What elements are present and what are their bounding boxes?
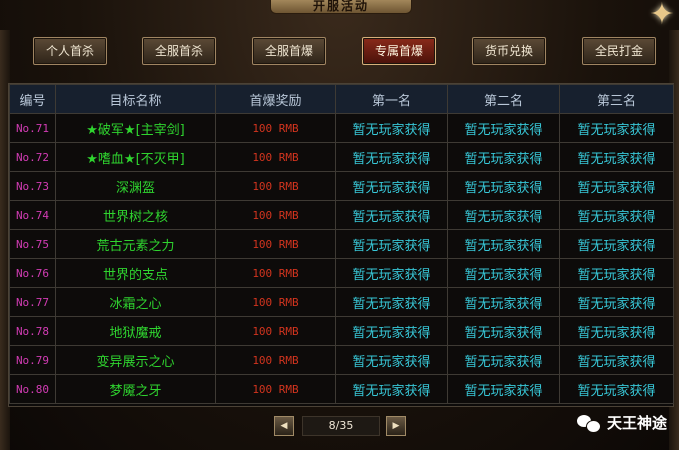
tab-currency-exchange[interactable]: 货币兑换 <box>472 37 546 65</box>
cell-third-place: 暂无玩家获得 <box>559 142 674 172</box>
table-header-row: 编号 目标名称 首爆奖励 第一名 第二名 第三名 <box>9 84 674 114</box>
cell-reward: 100 RMB <box>215 258 336 288</box>
first-drop-table: 编号 目标名称 首爆奖励 第一名 第二名 第三名 No.71 ★破军★[主宰剑] 1… <box>8 83 674 407</box>
table-row: No.74 世界树之核 100 RMB 暂无玩家获得 暂无玩家获得 暂无玩家获得 <box>9 200 674 230</box>
header-number: 编号 <box>9 84 56 114</box>
cell-first-place: 暂无玩家获得 <box>335 200 448 230</box>
cell-reward: 100 RMB <box>215 200 336 230</box>
cell-reward: 100 RMB <box>215 316 336 346</box>
cell-second-place: 暂无玩家获得 <box>447 316 560 346</box>
table-row: No.79 变异展示之心 100 RMB 暂无玩家获得 暂无玩家获得 暂无玩家获得 <box>9 345 674 375</box>
cell-third-place: 暂无玩家获得 <box>559 374 674 404</box>
cell-second-place: 暂无玩家获得 <box>447 258 560 288</box>
cell-reward: 100 RMB <box>215 171 336 201</box>
cell-third-place: 暂无玩家获得 <box>559 171 674 201</box>
cell-number: No.76 <box>9 258 56 288</box>
cell-number: No.74 <box>9 200 56 230</box>
cell-number: No.80 <box>9 374 56 404</box>
triangle-right-icon: ▶ <box>392 421 400 431</box>
table-row: No.71 ★破军★[主宰剑] 100 RMB 暂无玩家获得 暂无玩家获得 暂无玩家获得 <box>9 113 674 143</box>
tab-exclusive-first-drop[interactable]: 专属首爆 <box>362 37 436 65</box>
window-title: 开服活动 <box>270 0 412 14</box>
header-third-place: 第三名 <box>559 84 674 114</box>
table-row: No.73 深渊盔 100 RMB 暂无玩家获得 暂无玩家获得 暂无玩家获得 <box>9 171 674 201</box>
tab-server-first-kill[interactable]: 全服首杀 <box>142 37 216 65</box>
cell-third-place: 暂无玩家获得 <box>559 345 674 375</box>
prev-page-button[interactable]: ◀ <box>274 416 294 436</box>
cell-first-place: 暂无玩家获得 <box>335 374 448 404</box>
watermark-text: 天王神途 <box>606 414 667 432</box>
cell-first-place: 暂无玩家获得 <box>335 113 448 143</box>
cell-third-place: 暂无玩家获得 <box>559 200 674 230</box>
header-second-place: 第二名 <box>447 84 560 114</box>
table-row: No.77 冰霜之心 100 RMB 暂无玩家获得 暂无玩家获得 暂无玩家获得 <box>9 287 674 317</box>
cell-first-place: 暂无玩家获得 <box>335 229 448 259</box>
cell-second-place: 暂无玩家获得 <box>447 142 560 172</box>
cell-target-name: 冰霜之心 <box>55 287 216 317</box>
cell-number: No.73 <box>9 171 56 201</box>
cell-number: No.71 <box>9 113 56 143</box>
cell-first-place: 暂无玩家获得 <box>335 142 448 172</box>
cell-target-name: 世界的支点 <box>55 258 216 288</box>
cell-first-place: 暂无玩家获得 <box>335 316 448 346</box>
cell-target-name: 世界树之核 <box>55 200 216 230</box>
cell-first-place: 暂无玩家获得 <box>335 287 448 317</box>
table-row: No.80 梦魇之牙 100 RMB 暂无玩家获得 暂无玩家获得 暂无玩家获得 <box>9 374 674 404</box>
header-first-place: 第一名 <box>335 84 448 114</box>
cell-second-place: 暂无玩家获得 <box>447 345 560 375</box>
table-row: No.78 地狱魔戒 100 RMB 暂无玩家获得 暂无玩家获得 暂无玩家获得 <box>9 316 674 346</box>
cell-number: No.75 <box>9 229 56 259</box>
cell-reward: 100 RMB <box>215 113 336 143</box>
corner-star-icon: ✦ <box>649 0 675 32</box>
cell-number: No.72 <box>9 142 56 172</box>
table-row: No.75 荒古元素之力 100 RMB 暂无玩家获得 暂无玩家获得 暂无玩家获得 <box>9 229 674 259</box>
cell-first-place: 暂无玩家获得 <box>335 258 448 288</box>
cell-second-place: 暂无玩家获得 <box>447 171 560 201</box>
header-first-drop-reward: 首爆奖励 <box>215 84 336 114</box>
watermark: 天王神途 <box>576 412 667 434</box>
triangle-left-icon: ◀ <box>280 421 288 431</box>
cell-first-place: 暂无玩家获得 <box>335 345 448 375</box>
cell-reward: 100 RMB <box>215 345 336 375</box>
cell-third-place: 暂无玩家获得 <box>559 113 674 143</box>
cell-reward: 100 RMB <box>215 287 336 317</box>
cell-target-name: ★嗜血★[不灭甲] <box>55 142 216 172</box>
tab-personal-first-kill[interactable]: 个人首杀 <box>33 37 107 65</box>
cell-target-name: 地狱魔戒 <box>55 316 216 346</box>
table-row: No.76 世界的支点 100 RMB 暂无玩家获得 暂无玩家获得 暂无玩家获得 <box>9 258 674 288</box>
cell-number: No.79 <box>9 345 56 375</box>
next-page-button[interactable]: ▶ <box>386 416 406 436</box>
page-indicator: 8/35 <box>302 416 380 436</box>
cell-target-name: 荒古元素之力 <box>55 229 216 259</box>
cell-second-place: 暂无玩家获得 <box>447 200 560 230</box>
cell-target-name: 变异展示之心 <box>55 345 216 375</box>
table-row: No.72 ★嗜血★[不灭甲] 100 RMB 暂无玩家获得 暂无玩家获得 暂无玩家获得 <box>9 142 674 172</box>
cell-first-place: 暂无玩家获得 <box>335 171 448 201</box>
cell-second-place: 暂无玩家获得 <box>447 229 560 259</box>
cell-third-place: 暂无玩家获得 <box>559 287 674 317</box>
cell-second-place: 暂无玩家获得 <box>447 113 560 143</box>
wechat-icon <box>576 414 601 433</box>
tab-server-first-drop[interactable]: 全服首爆 <box>252 37 326 65</box>
cell-number: No.77 <box>9 287 56 317</box>
cell-reward: 100 RMB <box>215 229 336 259</box>
cell-second-place: 暂无玩家获得 <box>447 287 560 317</box>
cell-second-place: 暂无玩家获得 <box>447 374 560 404</box>
tab-gold-farming[interactable]: 全民打金 <box>582 37 656 65</box>
cell-third-place: 暂无玩家获得 <box>559 258 674 288</box>
cell-target-name: ★破军★[主宰剑] <box>55 113 216 143</box>
cell-reward: 100 RMB <box>215 142 336 172</box>
cell-target-name: 深渊盔 <box>55 171 216 201</box>
cell-third-place: 暂无玩家获得 <box>559 316 674 346</box>
tab-bar: 个人首杀 全服首杀 全服首爆 专属首爆 货币兑换 全民打金 <box>0 37 679 67</box>
cell-target-name: 梦魇之牙 <box>55 374 216 404</box>
pagination: ◀ 8/35 ▶ <box>274 416 406 436</box>
cell-number: No.78 <box>9 316 56 346</box>
cell-third-place: 暂无玩家获得 <box>559 229 674 259</box>
cell-reward: 100 RMB <box>215 374 336 404</box>
header-target-name: 目标名称 <box>55 84 216 114</box>
activity-window: 开服活动 ✦ 个人首杀 全服首杀 全服首爆 专属首爆 货币兑换 全民打金 编号 … <box>0 0 679 450</box>
